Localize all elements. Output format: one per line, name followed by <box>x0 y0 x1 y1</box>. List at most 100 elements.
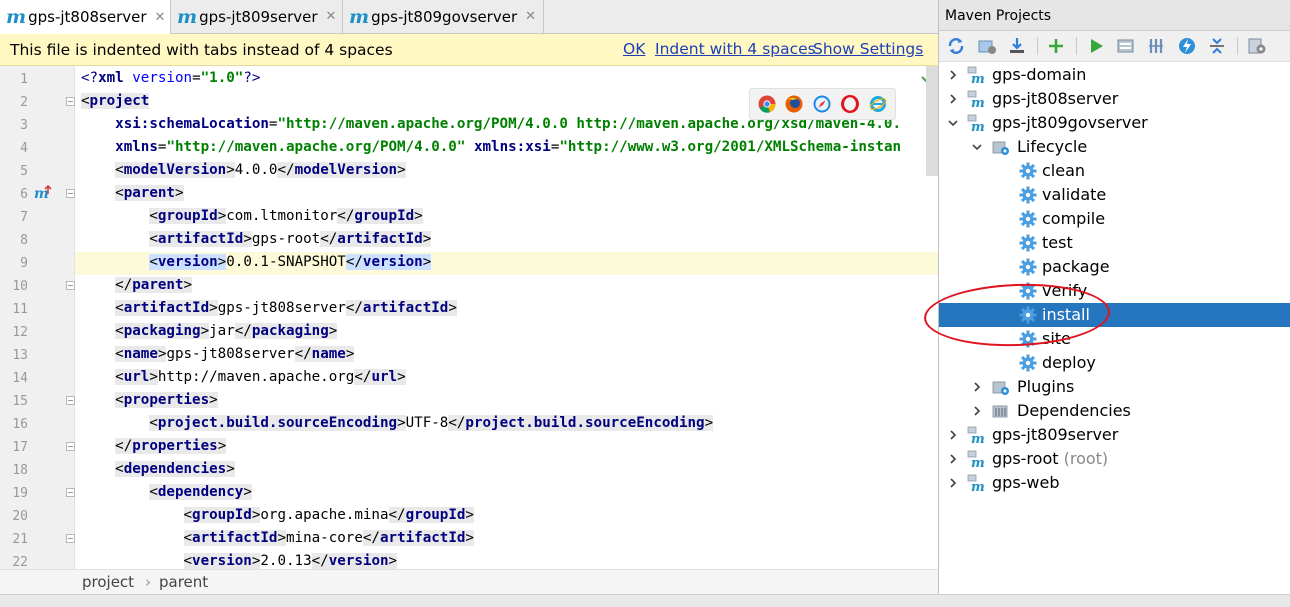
maven-tree-item-verify[interactable]: verify <box>939 279 1290 303</box>
tab-gps-jt809server[interactable]: m gps-jt809server ✕ <box>171 0 343 33</box>
maven-tree-item-deploy[interactable]: deploy <box>939 351 1290 375</box>
code-line-1: <?xml version="1.0"?> <box>81 70 261 86</box>
line-number: 20 <box>12 509 28 524</box>
fold-marker[interactable] <box>66 442 75 451</box>
tree-item-label: validate <box>1042 185 1107 204</box>
safari-icon[interactable] <box>813 95 831 113</box>
tree-item-label: gps-jt809server <box>992 425 1119 444</box>
maven-module-icon: m <box>967 450 984 468</box>
close-icon[interactable]: ✕ <box>326 9 337 24</box>
chevron-right-icon[interactable] <box>971 381 983 393</box>
maven-tree-item-plugins[interactable]: Plugins <box>939 375 1290 399</box>
opera-icon[interactable] <box>841 95 859 113</box>
svg-text:m: m <box>971 456 984 468</box>
close-icon[interactable]: ✕ <box>525 9 536 24</box>
maven-tree-item-gps-domain[interactable]: m gps-domain <box>939 63 1290 87</box>
reimport-icon[interactable] <box>946 36 966 56</box>
run-icon[interactable] <box>1086 36 1106 56</box>
maven-tree-item-install[interactable]: install <box>939 303 1290 327</box>
close-icon[interactable]: ✕ <box>155 10 166 25</box>
status-bar <box>0 594 1290 607</box>
toolbar-separator <box>1037 37 1038 55</box>
chevron-down-icon[interactable] <box>947 117 959 129</box>
collapse-all-icon[interactable] <box>1207 36 1227 56</box>
firefox-icon[interactable] <box>785 95 803 113</box>
maven-tree-item-gps-jt809server[interactable]: m gps-jt809server <box>939 423 1290 447</box>
ok-link[interactable]: OK <box>623 40 645 58</box>
maven-tree-item-clean[interactable]: clean <box>939 159 1290 183</box>
tree-item-label: Lifecycle <box>1017 137 1088 156</box>
overrides-parent-icon[interactable]: m <box>34 184 52 202</box>
skip-tests-icon[interactable] <box>1177 36 1197 56</box>
chrome-icon[interactable] <box>758 95 776 113</box>
browser-preview-bar <box>749 88 896 120</box>
fold-marker[interactable] <box>66 189 75 198</box>
fold-marker[interactable] <box>66 97 75 106</box>
tab-gps-jt809govserver[interactable]: m gps-jt809govserver ✕ <box>343 0 544 33</box>
tree-item-label: gps-domain <box>992 65 1087 84</box>
chevron-right-icon[interactable] <box>947 69 959 81</box>
maven-module-icon: m <box>967 66 984 84</box>
fold-marker[interactable] <box>66 396 75 405</box>
chevron-right-icon[interactable] <box>971 405 983 417</box>
maven-tree-item-gps-web[interactable]: m gps-web <box>939 471 1290 495</box>
maven-module-icon: m <box>967 90 984 108</box>
breadcrumb-item-project[interactable]: project <box>82 573 134 591</box>
svg-text:m: m <box>971 120 984 132</box>
fold-marker[interactable] <box>66 488 75 497</box>
tab-gps-jt808server[interactable]: m gps-jt808server ✕ <box>0 0 171 34</box>
code-editor[interactable]: <?xml version="1.0"?> <project xsi:schem… <box>75 66 938 569</box>
maven-tree-item-site[interactable]: site <box>939 327 1290 351</box>
code-line-9: <version>0.0.1-SNAPSHOT</version> <box>149 254 432 270</box>
chevron-right-icon[interactable] <box>947 93 959 105</box>
tab-label: gps-jt808server <box>28 8 147 26</box>
line-number: 14 <box>12 371 28 386</box>
gear-icon <box>1019 210 1037 228</box>
internet-explorer-icon[interactable] <box>869 95 887 113</box>
fold-marker[interactable] <box>66 534 75 543</box>
add-icon[interactable] <box>1046 36 1066 56</box>
code-line-10: </parent> <box>115 277 193 293</box>
maven-tree-item-gps-jt808server[interactable]: m gps-jt808server <box>939 87 1290 111</box>
maven-tree-item-package[interactable]: package <box>939 255 1290 279</box>
code-line-16: <project.build.sourceEncoding>UTF-8</pro… <box>149 415 714 431</box>
maven-file-icon: m <box>349 5 370 28</box>
code-line-2: <project <box>81 93 150 109</box>
tree-item-label: compile <box>1042 209 1106 228</box>
chevron-right-icon[interactable] <box>947 453 959 465</box>
editor-scrollbar[interactable] <box>926 66 938 176</box>
notification-message: This file is indented with tabs instead … <box>10 40 393 59</box>
execute-goal-icon[interactable] <box>1116 36 1136 56</box>
chevron-right-icon[interactable] <box>947 477 959 489</box>
line-number: 13 <box>12 348 28 363</box>
chevron-down-icon[interactable] <box>971 141 983 153</box>
download-sources-icon[interactable] <box>1007 36 1027 56</box>
maven-tree-item-compile[interactable]: compile <box>939 207 1290 231</box>
code-line-18: <dependencies> <box>115 461 235 477</box>
maven-module-icon: m <box>967 426 984 444</box>
maven-tree-item-test[interactable]: test <box>939 231 1290 255</box>
tree-item-label: Dependencies <box>1017 401 1131 420</box>
maven-file-icon: m <box>6 6 27 28</box>
maven-tree-item-gps-root[interactable]: m gps-root (root) <box>939 447 1290 471</box>
maven-tree-item-lifecycle[interactable]: Lifecycle <box>939 135 1290 159</box>
toggle-offline-icon[interactable] <box>1147 36 1167 56</box>
maven-tree-item-gps-jt809govserver[interactable]: m gps-jt809govserver <box>939 111 1290 135</box>
gear-icon <box>1019 162 1037 180</box>
maven-toolbar <box>939 31 1290 62</box>
svg-text:m: m <box>971 72 984 84</box>
fold-marker[interactable] <box>66 281 75 290</box>
line-number: 4 <box>20 141 28 156</box>
code-line-5: <modelVersion>4.0.0</modelVersion> <box>115 162 406 178</box>
line-number: 6 <box>20 187 28 202</box>
breadcrumb-item-parent[interactable]: parent <box>159 573 208 591</box>
maven-tree-item-dependencies[interactable]: Dependencies <box>939 399 1290 423</box>
indent-with-spaces-link[interactable]: Indent with 4 spaces <box>655 40 816 58</box>
line-number: 5 <box>20 164 28 179</box>
show-settings-link[interactable]: Show Settings <box>813 40 923 58</box>
chevron-right-icon[interactable] <box>947 429 959 441</box>
maven-tree-item-validate[interactable]: validate <box>939 183 1290 207</box>
lifecycle-folder-icon <box>992 381 1009 395</box>
maven-settings-icon[interactable] <box>1247 36 1267 56</box>
generate-sources-icon[interactable] <box>977 36 997 56</box>
